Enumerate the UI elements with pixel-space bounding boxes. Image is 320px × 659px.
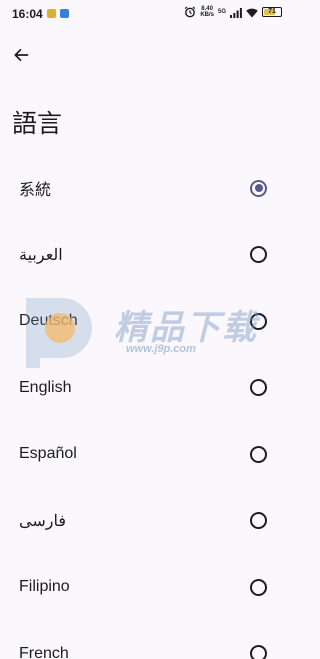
notification-icons — [47, 9, 69, 18]
language-label: Filipino — [19, 578, 70, 596]
network-speed: 8.40 KB/s — [200, 6, 214, 18]
language-item[interactable]: فارسی — [0, 488, 294, 555]
language-label: English — [19, 378, 72, 396]
status-right-icons: 8.40 KB/s 5G 71 — [184, 6, 282, 18]
language-radio[interactable] — [250, 445, 267, 463]
language-item[interactable]: العربية — [0, 222, 294, 289]
signal-icon — [230, 7, 242, 18]
network-type: 5G — [217, 9, 226, 15]
battery-level: 71 — [268, 8, 276, 15]
language-radio[interactable] — [250, 312, 267, 330]
language-list: 系統 العربية Deutsch English Español فارسی… — [0, 155, 294, 659]
language-label: Deutsch — [19, 312, 78, 330]
language-label: French — [19, 644, 69, 659]
language-radio[interactable] — [250, 179, 267, 197]
language-item[interactable]: Filipino — [0, 554, 294, 621]
language-item[interactable]: Deutsch — [0, 288, 294, 355]
language-label: 系統 — [19, 182, 52, 200]
language-radio[interactable] — [250, 645, 267, 659]
wifi-icon — [246, 8, 258, 17]
language-radio[interactable] — [250, 512, 267, 530]
language-label: Español — [19, 445, 77, 463]
language-radio[interactable] — [250, 578, 267, 596]
status-bar: 16:04 8.40 KB/s 5G 71 — [0, 0, 294, 28]
language-radio[interactable] — [250, 379, 267, 397]
app-notification-icon — [60, 9, 69, 18]
back-button[interactable] — [8, 42, 34, 68]
language-item[interactable]: French — [0, 621, 294, 659]
language-item[interactable]: 系統 — [0, 155, 294, 222]
language-radio[interactable] — [250, 246, 267, 264]
page-title: 語言 — [12, 109, 63, 138]
network-speed-unit: KB/s — [200, 12, 214, 18]
status-time: 16:04 — [12, 7, 43, 21]
arrow-left-icon — [14, 48, 29, 62]
app-notification-icon — [47, 9, 56, 18]
language-item[interactable]: Español — [0, 421, 294, 488]
language-item[interactable]: English — [0, 355, 294, 422]
language-label: فارسی — [19, 512, 66, 530]
language-settings-screen: 16:04 8.40 KB/s 5G 71 語言 系統 العربية Deut… — [0, 0, 294, 659]
language-label: العربية — [19, 246, 63, 264]
alarm-icon — [185, 6, 196, 18]
battery-indicator: 71 — [262, 7, 282, 17]
